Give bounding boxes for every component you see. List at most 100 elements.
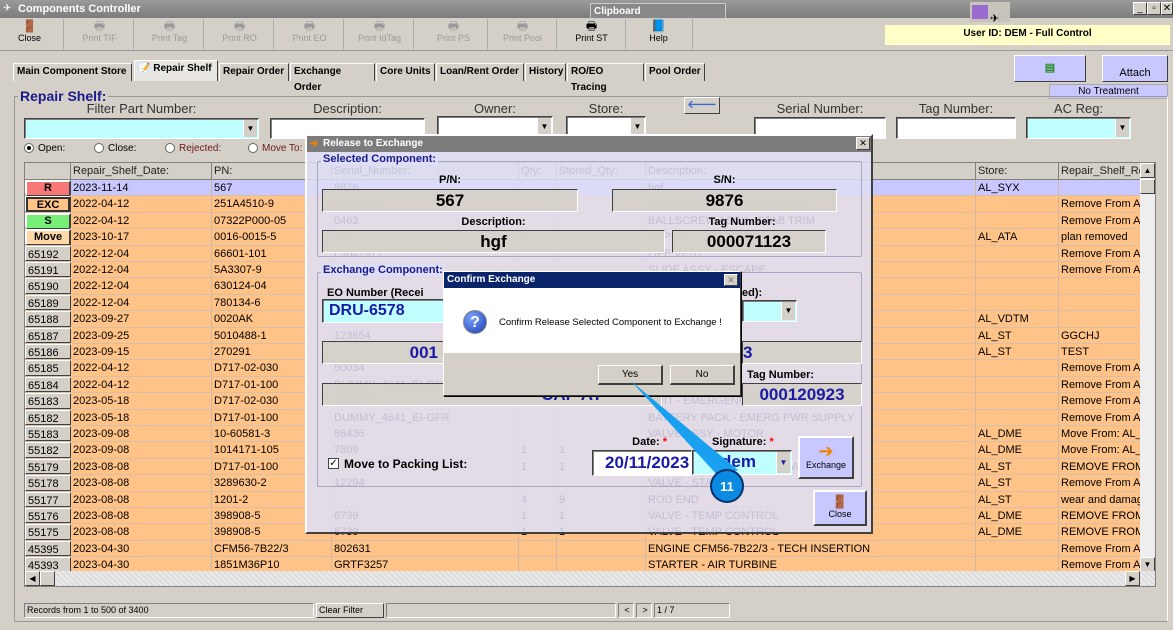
row-id-cell[interactable]: 55177 [25,491,71,507]
table-row[interactable]: 45395 2023-04-30 CFM56-7B22/3 802631 ENGINE … [25,540,1142,558]
prev-page-button[interactable]: < [618,603,634,618]
flag-r-button[interactable]: R [26,181,70,196]
toolbar-close-button[interactable]: 🚪 Close [0,19,64,49]
row-id-cell[interactable]: 55175 [25,524,71,540]
row-id-cell[interactable]: 65192 [25,245,71,261]
column-header-store[interactable]: Store: [976,163,1059,179]
column-header-row-id[interactable] [25,163,71,179]
back-arrow-button[interactable]: 🡐 [684,97,720,114]
radio-circle[interactable] [165,143,175,154]
repair-shelf-date-cell: 2023-09-15 [71,344,212,360]
close-label: Close [828,509,852,519]
tab-loan-rent-order[interactable]: Loan/Rent Order [436,63,524,81]
eo-number-field[interactable]: DRU-6578 [322,299,452,323]
toolbar-print-tif-button: 🖶 Print TIF [66,19,134,49]
tab-core-units[interactable]: Core Units [376,63,435,81]
row-id-cell[interactable]: 65191 [25,262,71,278]
maximize-button[interactable]: ▫ [1147,2,1161,15]
store-cell [976,409,1059,425]
no-button[interactable]: No [670,365,735,385]
store-filter[interactable]: ▼ [566,116,646,136]
owner-filter[interactable]: ▼ [437,116,553,136]
vertical-scrollbar[interactable]: ▲ ▼ [1140,163,1155,573]
tab-repair-order[interactable]: Repair Order [219,63,289,81]
exchange-button[interactable]: ➔ Exchange [798,436,854,479]
row-id-cell[interactable]: 65187 [25,327,71,343]
window-close-button[interactable]: ✕ [1161,2,1173,15]
radio-close[interactable]: Close: [94,143,136,154]
flag-move-button[interactable]: Move [26,230,70,246]
next-page-button[interactable]: > [636,603,652,618]
flag-exc-button[interactable]: EXC [26,197,70,213]
row-id-cell[interactable]: 55182 [25,442,71,458]
store-label: Store: [588,101,624,116]
row-id-cell[interactable]: 65186 [25,344,71,360]
eo-number-label: EO Number (Recei [327,287,424,299]
row-id-cell[interactable]: 65183 [25,393,71,409]
attach-button[interactable]: Attach [1102,55,1168,82]
signature-select[interactable]: dem ▼ [692,450,792,475]
row-id-cell[interactable]: 55176 [25,508,71,524]
flag-s-button[interactable]: S [26,213,70,229]
tab-repair-shelf[interactable]: 📝 Repair Shelf [134,60,218,81]
horizontal-scrollbar[interactable]: ◀ ▶ [25,571,1155,586]
chevron-down-icon[interactable]: ▼ [243,120,257,137]
chevron-down-icon[interactable]: ▼ [776,452,790,473]
repair-shelf-date-cell: 2022-04-12 [71,376,212,393]
row-id-cell[interactable]: 65189 [25,294,71,311]
repair-shelf-date-cell: 2023-08-08 [71,458,212,475]
radio-moveto[interactable]: Move To: [248,143,302,154]
tab-ro-eo-tracing[interactable]: RO/EO Tracing [567,63,644,93]
chevron-down-icon[interactable]: ▼ [630,118,644,134]
row-id-cell[interactable]: 45395 [25,540,71,557]
row-id-cell[interactable]: 65182 [25,409,71,425]
radio-circle[interactable] [248,143,258,154]
repair-shelf-date-cell: 2023-10-17 [71,229,212,245]
radio-circle[interactable] [24,143,34,154]
column-header-repair-shelf-remark[interactable]: Repair_Shelf_Re [1059,163,1142,179]
row-id-cell[interactable]: 55183 [25,426,71,442]
part-number-filter[interactable]: ▼ [24,118,259,139]
plane-icon[interactable]: ✈ [990,13,999,25]
radio-open[interactable]: Open: [24,143,65,154]
row-id-cell[interactable]: 55179 [25,458,71,475]
toolbar-print-st-button[interactable]: 🖶 Print ST [558,19,626,49]
row-id-cell[interactable]: 65184 [25,376,71,393]
repair-shelf-remark-cell: GGCHJ [1059,327,1142,343]
chevron-down-icon[interactable]: ▼ [537,118,551,134]
confirm-close-x[interactable]: ✕ [724,274,738,286]
radio-circle[interactable] [94,143,104,154]
packing-list-checkbox[interactable]: ✓ [328,458,339,469]
export-excel-button[interactable]: ▤ [1014,55,1086,82]
chevron-down-icon[interactable]: ▼ [1115,119,1129,137]
yes-button[interactable]: Yes [598,365,663,385]
tab-exchange-order[interactable]: Exchange Order [290,63,375,93]
radio-rejected[interactable]: Rejected: [165,143,221,154]
clipboard-panel[interactable]: Clipboard [590,3,726,19]
confirm-exchange-dialog: Confirm Exchange ✕ ? Confirm Release Sel… [443,271,741,396]
row-id-cell[interactable]: 65188 [25,311,71,327]
row-id-cell[interactable]: 55178 [25,475,71,491]
date-label: Date: * [632,436,667,448]
received-select[interactable]: ▼ [742,300,797,322]
folder-icon[interactable] [972,5,988,19]
tab-main-component-store[interactable]: Main Component Store [13,63,132,81]
store-cell [976,540,1059,557]
tag-number-filter[interactable] [896,117,1016,139]
column-header-repair-shelf-date[interactable]: Repair_Shelf_Date: [71,163,212,179]
chevron-down-icon[interactable]: ▼ [781,302,795,320]
store-cell [976,393,1059,409]
minimize-button[interactable]: _ [1133,2,1147,15]
toolbar-help-button[interactable]: 📘 Help [625,19,693,49]
date-field[interactable]: 20/11/2023 [592,450,692,476]
tab-history[interactable]: History [525,63,566,81]
row-id-cell[interactable]: 65185 [25,360,71,376]
toolbar-print-idtag-button: 🖶 Print IdTag [346,19,414,49]
row-id-cell[interactable]: 65190 [25,278,71,294]
ac-reg-filter[interactable]: ▼ [1026,117,1131,139]
dialog-close-button[interactable]: 🚪 Close [813,490,867,526]
clear-filter-button[interactable]: Clear Filter [316,603,384,618]
repair-shelf-date-cell: 2022-12-04 [71,245,212,261]
tab-pool-order[interactable]: Pool Order [645,63,705,81]
dialog-close-x[interactable]: ✕ [856,137,870,150]
